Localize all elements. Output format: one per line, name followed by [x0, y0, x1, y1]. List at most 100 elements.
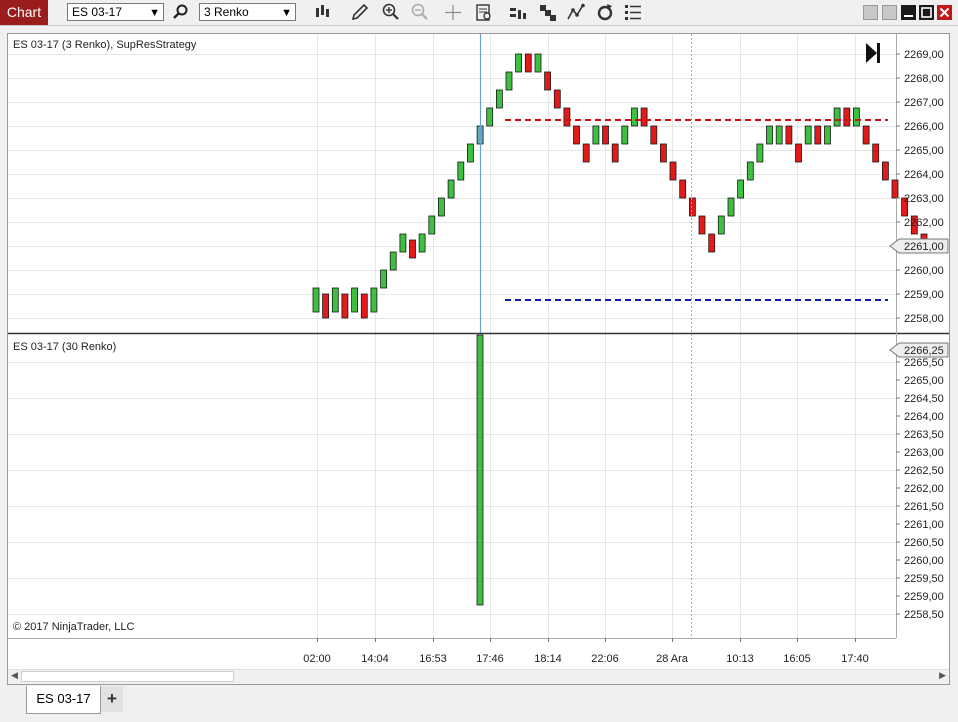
bar-type-icon[interactable] [312, 2, 334, 23]
time-tick-label: 16:05 [783, 653, 811, 665]
price-tick-label: 2263,00 [904, 193, 944, 205]
renko-bar [746, 161, 754, 181]
renko-bar [862, 125, 870, 145]
renko-bar [804, 125, 812, 145]
maximize-icon [921, 7, 932, 18]
bottom-renko-bars [476, 334, 484, 606]
renko-bar [882, 161, 889, 181]
renko-bar [466, 143, 474, 163]
instrument-selector[interactable]: ES 03-17 ▼ [67, 3, 164, 21]
tab-es-03-17[interactable]: ES 03-17 [26, 686, 101, 714]
price-tick-label: 2264,50 [904, 393, 944, 405]
bottom-panel-label: ES 03-17 (30 Renko) [13, 341, 116, 353]
price-tick-label: 2260,50 [904, 537, 944, 549]
price-tick-label: 2267,00 [904, 97, 944, 109]
scroll-right-icon[interactable]: ▶ [939, 670, 946, 681]
renko-bar [341, 293, 349, 319]
crosshair-icon[interactable] [442, 2, 464, 23]
draw-tool-icon[interactable] [349, 2, 371, 23]
price-tick-label: 2260,00 [904, 555, 944, 567]
price-tick-label: 2266,00 [904, 121, 944, 133]
renko-bar [331, 287, 339, 313]
add-tab-button[interactable]: + [101, 686, 123, 712]
renko-bar [660, 143, 667, 163]
scroll-to-end-icon[interactable] [866, 43, 880, 63]
renko-bar [592, 125, 600, 145]
chart-toolbar: Chart ES 03-17 ▼ 3 Renko ▼ [0, 0, 958, 26]
scrollbar-thumb[interactable] [21, 671, 234, 682]
price-tick-label: 2259,00 [904, 289, 944, 301]
renko-bar [727, 197, 735, 217]
renko-bar [824, 125, 831, 145]
price-tick-label: 2265,00 [904, 145, 944, 157]
search-icon[interactable] [170, 2, 192, 23]
time-tick-label: 17:46 [476, 653, 504, 665]
zoom-in-icon[interactable] [380, 2, 402, 23]
price-tick-label: 2263,50 [904, 429, 944, 441]
scroll-left-icon[interactable]: ◀ [11, 670, 18, 681]
renko-bar [611, 143, 619, 163]
chart-panel[interactable]: ES 03-17 (3 Renko), SupResStrategy ES 03… [7, 33, 950, 685]
properties-icon[interactable] [507, 2, 529, 23]
horizontal-scrollbar[interactable]: ◀ ▶ [8, 669, 949, 684]
renko-bar [563, 107, 571, 127]
renko-bar [775, 125, 783, 145]
close-icon [939, 7, 950, 18]
reload-icon[interactable] [594, 2, 616, 23]
price-tick-label: 2259,00 [904, 591, 944, 603]
price-tick-label: 2265,50 [904, 357, 944, 369]
minimize-icon [904, 15, 913, 17]
renko-bar [872, 143, 880, 163]
time-tick-label: 22:06 [591, 653, 619, 665]
chart-trader-icon[interactable] [622, 2, 644, 23]
renko-bar [428, 215, 436, 235]
top-renko-bars [312, 53, 928, 319]
grid-lines [8, 34, 896, 638]
renko-bar [814, 125, 822, 145]
tab-strip: ES 03-17 + [0, 686, 958, 722]
strategies-icon[interactable] [537, 2, 559, 23]
price-tick-label: 2265,00 [904, 375, 944, 387]
close-button[interactable] [937, 5, 952, 20]
renko-bar [785, 125, 793, 145]
time-tick-label: 16:53 [419, 653, 447, 665]
renko-bar [351, 287, 359, 313]
bottom-price-axis: 2265,50 2265,00 2264,50 2264,00 2263,50 2263,… [896, 357, 944, 621]
top-price-axis: 2269,00 2268,00 2267,00 2266,00 2265,00 2264,… [896, 49, 944, 325]
indicators-icon[interactable] [565, 2, 587, 23]
renko-bar-30 [476, 334, 484, 606]
price-tick-label: 2261,00 [904, 519, 944, 531]
current-price-bottom: 2266,25 [904, 345, 944, 357]
minimize-button[interactable] [901, 5, 916, 20]
renko-bar [756, 143, 764, 163]
renko-bar [312, 287, 320, 313]
renko-bar [447, 179, 455, 199]
maximize-button[interactable] [919, 5, 934, 20]
renko-bar [689, 197, 696, 217]
renko-bar [505, 71, 513, 91]
renko-bar [437, 197, 445, 217]
bar-type-selector[interactable]: 3 Renko ▼ [199, 3, 296, 21]
renko-bar [582, 143, 590, 163]
chart-canvas[interactable]: ES 03-17 (3 Renko), SupResStrategy ES 03… [8, 34, 949, 684]
renko-bar [853, 107, 860, 127]
link-button-2[interactable] [882, 5, 897, 20]
renko-bar [457, 161, 465, 181]
current-price-marker-top: 2261,00 [889, 238, 949, 254]
renko-bar [322, 293, 330, 319]
link-button-1[interactable] [863, 5, 878, 20]
renko-bar [650, 125, 658, 145]
price-tick-label: 2264,00 [904, 169, 944, 181]
renko-bar [544, 71, 551, 91]
renko-bar [669, 161, 677, 181]
data-box-icon[interactable] [473, 2, 495, 23]
time-axis: 02:00 14:04 16:53 17:46 18:14 22:06 28 Ara 10:1… [303, 638, 869, 665]
renko-bar [602, 125, 609, 145]
price-tick-label: 2268,00 [904, 73, 944, 85]
time-tick-label: 18:14 [534, 653, 562, 665]
renko-bar [640, 107, 648, 127]
price-tick-label: 2259,50 [904, 573, 944, 585]
instrument-value: ES 03-17 [72, 5, 123, 19]
renko-bar [631, 107, 638, 127]
zoom-out-icon[interactable] [409, 2, 431, 23]
